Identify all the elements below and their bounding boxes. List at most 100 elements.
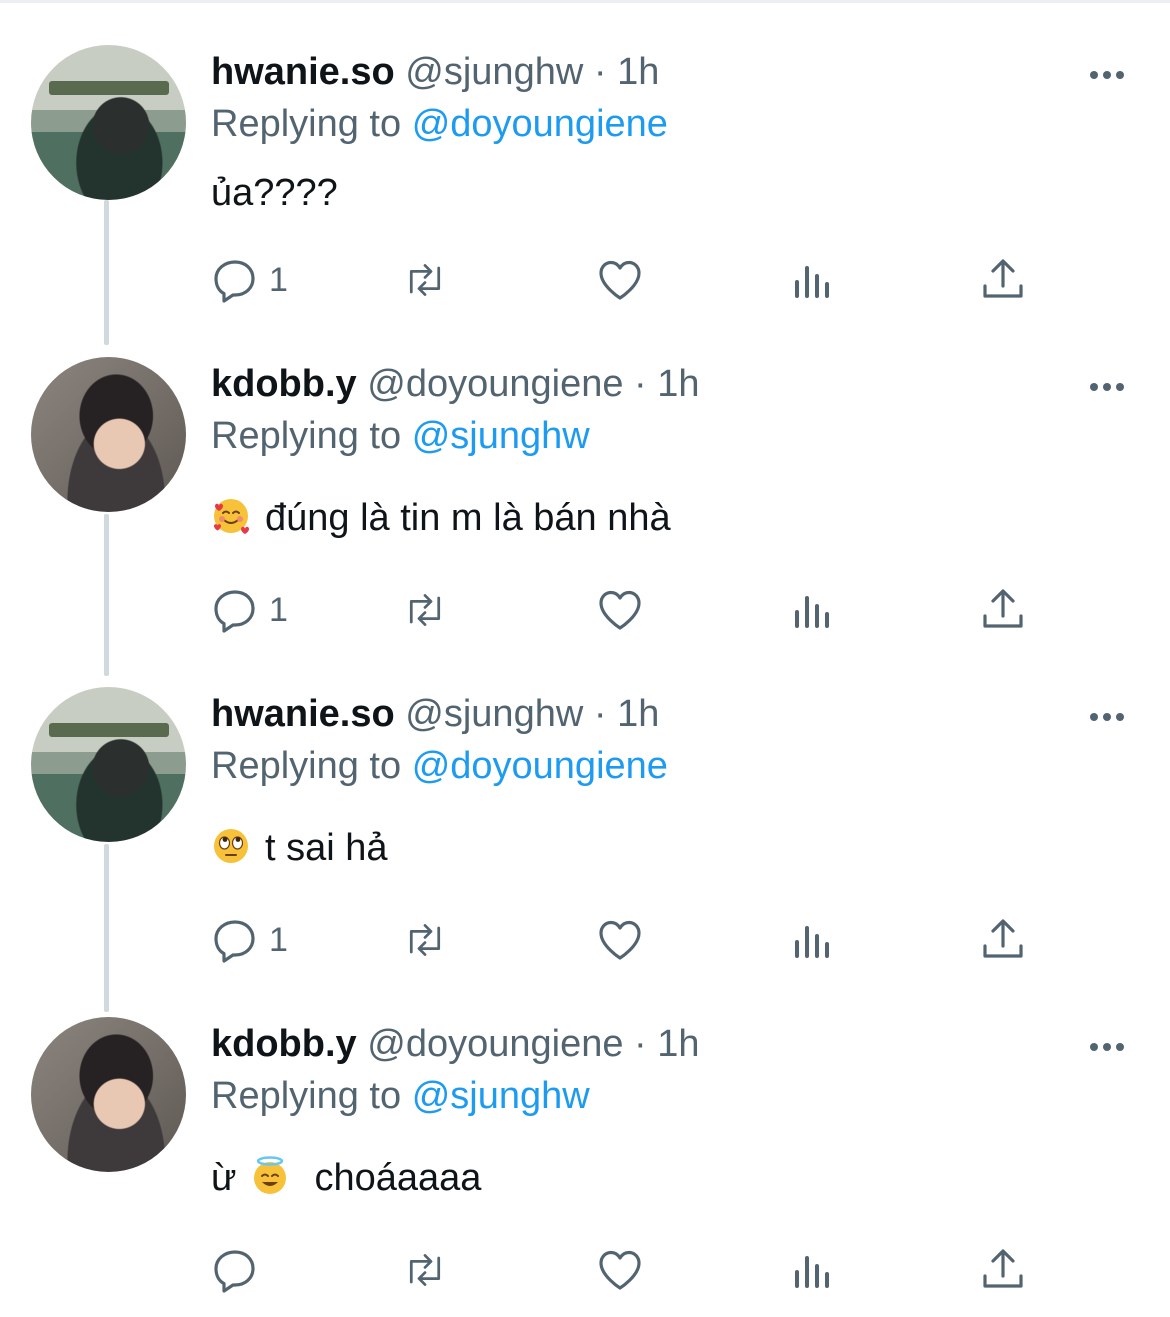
replying-to-handle[interactable]: @sjunghw [412,1075,590,1117]
display-name[interactable]: hwanie.so [211,693,395,735]
tweet-text-content: choáaaaa [314,1157,482,1199]
reply-button[interactable]: 1 [211,915,288,965]
replying-to-handle[interactable]: @sjunghw [412,415,590,457]
replying-to-handle[interactable]: @doyoungiene [412,745,668,787]
replying-to-label: Replying to [211,103,402,145]
timestamp[interactable]: 1h [617,51,659,93]
rolling-eyes-emoji [214,829,248,863]
replying-to-handle[interactable]: @doyoungiene [412,103,668,145]
heart-icon [599,260,641,300]
reply-count: 1 [269,260,288,299]
views-button[interactable] [789,255,837,305]
views-button[interactable] [789,585,837,635]
display-name[interactable]: kdobb.y [211,1023,357,1065]
reply-icon [214,920,255,963]
replying-to-label: Replying to [211,745,402,787]
share-icon [983,1249,1023,1288]
replying-to: Replying to @doyoungiene [211,743,668,789]
replying-to: Replying to @sjunghw [211,1073,590,1119]
user-handle[interactable]: @doyoungiene [367,363,623,405]
replying-to-label: Replying to [211,1075,402,1117]
like-button[interactable] [596,255,644,305]
user-handle[interactable]: @sjunghw [405,693,583,735]
share-button[interactable] [979,1245,1027,1295]
more-icon [1090,713,1124,721]
retweet-icon [409,264,441,296]
retweet-button[interactable] [401,585,449,635]
timestamp[interactable]: 1h [657,1023,699,1065]
separator-dot: · [593,693,607,735]
reply-icon [214,260,255,303]
tweet[interactable]: kdobb.y @doyoungiene · 1h Replying to @s… [0,1017,1170,1307]
share-icon [983,919,1023,958]
tweet-header: hwanie.so @sjunghw · 1h [211,691,659,737]
display-name[interactable]: hwanie.so [211,51,395,93]
replying-to-label: Replying to [211,415,402,457]
display-name[interactable]: kdobb.y [211,363,357,405]
like-button[interactable] [596,1245,644,1295]
tweet-text-content: t sai hả [265,827,388,869]
views-icon [795,596,829,628]
separator-dot: · [634,1023,647,1065]
views-button[interactable] [789,1245,837,1295]
retweet-button[interactable] [401,915,449,965]
reply-count: 1 [269,920,288,959]
tweet-text-content: đúng là tin m là bán nhà [265,497,671,539]
share-button[interactable] [979,255,1027,305]
share-icon [983,589,1023,628]
timestamp[interactable]: 1h [617,693,659,735]
share-button[interactable] [979,915,1027,965]
retweet-button[interactable] [401,1245,449,1295]
views-icon [795,926,829,958]
retweet-icon [409,1254,441,1286]
tweet-header: hwanie.so @sjunghw · 1h [211,49,659,95]
retweet-icon [409,924,441,956]
heart-icon [599,590,641,630]
user-handle[interactable]: @sjunghw [405,51,583,93]
tweet[interactable]: kdobb.y @doyoungiene · 1h Replying to @s… [0,357,1170,647]
user-handle[interactable]: @doyoungiene [367,1023,623,1065]
replying-to: Replying to @doyoungiene [211,101,668,147]
tweet-actions [211,1245,1131,1295]
tweet-actions: 1 [211,585,1131,635]
reply-count: 1 [269,590,288,629]
tweet-actions: 1 [211,915,1131,965]
reply-icon [214,1250,255,1293]
more-options-button[interactable] [1087,367,1127,407]
heart-icon [599,920,641,960]
heart-icon [599,1250,641,1290]
more-options-button[interactable] [1087,697,1127,737]
more-icon [1090,383,1124,391]
like-button[interactable] [596,585,644,635]
tweet-header: kdobb.y @doyoungiene · 1h [211,1021,700,1067]
reply-button[interactable]: 1 [211,585,288,635]
smiling-face-with-hearts-emoji [214,499,249,534]
tweet[interactable]: hwanie.so @sjunghw · 1h Replying to @doy… [0,45,1170,315]
more-options-button[interactable] [1087,1027,1127,1067]
smiling-face-with-halo-emoji [254,1156,287,1194]
retweet-button[interactable] [401,255,449,305]
tweet-text: đúng là tin m là bán nhà [211,495,671,541]
tweet-thread: hwanie.so @sjunghw · 1h Replying to @doy… [0,0,1170,1317]
more-icon [1090,1043,1124,1051]
reply-button[interactable] [211,1245,269,1295]
separator-dot: · [593,51,607,93]
share-button[interactable] [979,585,1027,635]
tweet-text: ủa???? [211,170,338,216]
avatar[interactable] [31,357,186,512]
avatar[interactable] [31,687,186,842]
tweet-text: t sai hả [211,825,388,871]
more-options-button[interactable] [1087,55,1127,95]
like-button[interactable] [596,915,644,965]
more-icon [1090,71,1124,79]
avatar[interactable] [31,1017,186,1172]
views-button[interactable] [789,915,837,965]
timestamp[interactable]: 1h [657,363,699,405]
reply-button[interactable]: 1 [211,255,288,305]
views-icon [795,266,829,298]
avatar[interactable] [31,45,186,200]
tweet-header: kdobb.y @doyoungiene · 1h [211,361,700,407]
tweet[interactable]: hwanie.so @sjunghw · 1h Replying to @doy… [0,687,1170,977]
tweet-actions: 1 [211,255,1131,305]
replying-to: Replying to @sjunghw [211,413,590,459]
